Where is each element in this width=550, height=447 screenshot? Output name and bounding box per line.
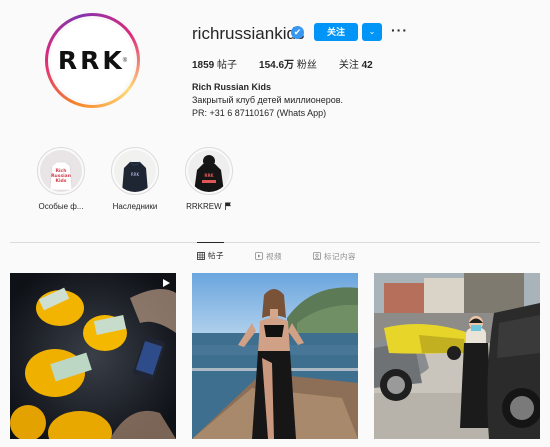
profile-bio: Rich Russian Kids Закрытый клуб детей ми… (192, 81, 343, 120)
post-image (10, 273, 176, 439)
verified-badge-icon: ✔ (291, 26, 304, 39)
svg-text:RRK: RRK (204, 173, 214, 178)
highlight-label: Особые ф... (38, 202, 84, 211)
tab-label: 帖子 (208, 251, 224, 260)
profile-stats: 1859 帖子 154.6万 粉丝 关注 42 (192, 56, 395, 71)
tag-icon (313, 252, 321, 260)
highlight-cover-image: RRK (114, 150, 156, 192)
highlight-label: RRKREW (179, 202, 239, 211)
tab-tagged[interactable]: 标记内容 (313, 243, 356, 269)
highlight-label: Наследники (112, 202, 158, 211)
story-highlight[interactable]: RRK Наследники (105, 147, 165, 211)
followers-count-value: 154.6万 (259, 60, 295, 71)
registered-mark: ® (122, 57, 128, 64)
bio-line: Закрытый клуб детей миллионеров. (192, 95, 344, 105)
post-thumbnail[interactable] (192, 273, 358, 439)
svg-text:RRK: RRK (131, 172, 140, 177)
more-options-icon[interactable]: ··· (391, 22, 408, 38)
followers-count-label: 粉丝 (294, 60, 317, 71)
flag-icon (224, 202, 231, 210)
profile-avatar[interactable]: RRK ® (45, 13, 140, 108)
tab-videos[interactable]: 视频 (255, 243, 282, 269)
post-thumbnail[interactable] (10, 273, 176, 439)
following-count-label: 关注 (338, 60, 362, 71)
highlight-cover-image: Rich Russian Kids (40, 150, 82, 192)
story-highlight[interactable]: Rich Russian Kids Особые ф... (31, 147, 91, 211)
post-image (374, 273, 540, 439)
tab-posts[interactable]: 帖子 (197, 242, 224, 268)
grid-icon (197, 251, 205, 260)
suggested-dropdown-button[interactable]: ⌄ (362, 23, 382, 41)
svg-text:Kids: Kids (56, 178, 67, 184)
profile-username: richrussiankids (192, 24, 305, 43)
video-icon (255, 252, 263, 260)
following-count-value: 42 (361, 60, 373, 71)
posts-count-label: 帖子 (214, 60, 238, 71)
profile-full-name: Rich Russian Kids (192, 82, 272, 92)
posts-count: 1859 帖子 (192, 56, 237, 71)
bio-line: PR: +31 6 87110167 (Whats App) (192, 108, 327, 118)
post-thumbnail[interactable] (374, 273, 540, 439)
story-highlight[interactable]: RRK RRKREW (179, 147, 239, 211)
posts-count-value: 1859 (192, 60, 215, 71)
followers-count[interactable]: 154.6万 粉丝 (259, 56, 317, 71)
following-count[interactable]: 关注 42 (339, 56, 373, 71)
highlight-cover-image: RRK (188, 150, 230, 192)
tab-label: 视频 (266, 251, 282, 261)
chevron-down-icon: ⌄ (368, 27, 376, 36)
follow-button[interactable]: 关注 (314, 23, 358, 41)
avatar-logo-text: RRK (57, 46, 125, 75)
highlight-label-text: RRKREW (186, 202, 222, 211)
avatar-logo: RRK ® (51, 19, 134, 102)
post-image (192, 273, 358, 439)
tab-label: 标记内容 (324, 251, 356, 261)
